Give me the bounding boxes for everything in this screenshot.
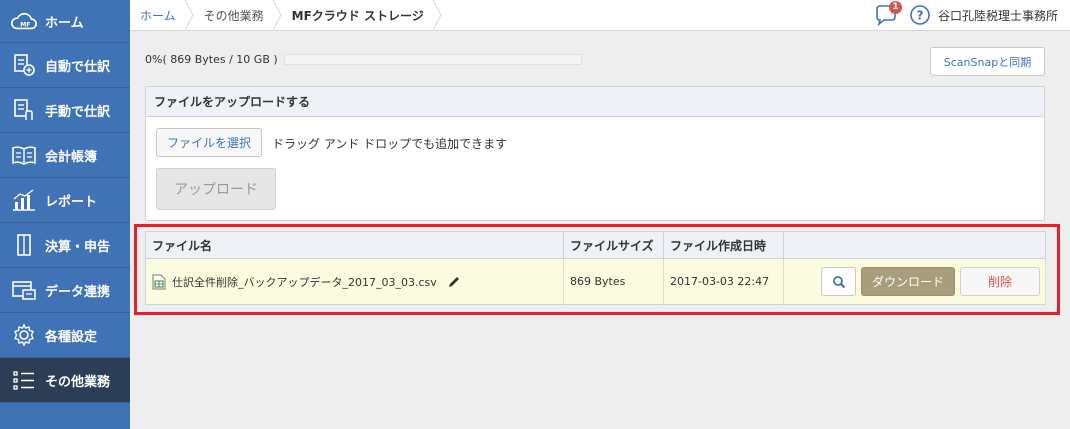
list-icon [10,366,38,394]
breadcrumb-separator-icon [432,0,442,30]
sidebar-item-auto-journal[interactable]: 自動で仕訳 [0,43,130,88]
sidebar-item-settings[interactable]: 各種設定 [0,313,130,358]
data-link-icon [10,276,38,304]
sidebar-item-report[interactable]: レポート [0,178,130,223]
file-name[interactable]: 仕訳全件削除_バックアップデータ_2017_03_03.csv [172,274,437,290]
book-icon [10,141,38,169]
notification-button[interactable]: 1 [874,1,902,27]
office-name[interactable]: 谷口孔陸税理士事務所 [938,7,1058,24]
file-actions-cell: ダウンロード 削除 [783,258,1046,305]
breadcrumb-label: MFクラウド ストレージ [291,8,424,23]
column-header-filesize: ファイルサイズ [563,231,664,259]
delete-button[interactable]: 削除 [960,267,1040,296]
table-header-row: ファイル名 ファイルサイズ ファイル作成日時 [145,231,1046,259]
sidebar-item-label: 会計帳簿 [45,149,98,165]
sidebar-item-manual-journal[interactable]: 手動で仕訳 [0,88,130,133]
settlement-icon [10,231,38,259]
sidebar-item-label: データ連携 [45,284,111,300]
table-row: 仕訳全件削除_バックアップデータ_2017_03_03.csv 869 Byte… [145,258,1046,305]
storage-usage: 0%( 869 Bytes / 10 GB ) [145,53,582,66]
top-header: ホーム その他業務 MFクラウド ストレージ 1 ? 谷口孔陸税理士事務所 [130,0,1070,31]
download-button[interactable]: ダウンロード [861,267,955,296]
file-created-cell: 2017-03-03 22:47 [663,258,784,305]
sidebar-item-label: 決算・申告 [45,239,111,255]
sidebar-item-label: その他業務 [45,374,111,390]
sidebar-item-label: レポート [45,194,98,210]
breadcrumb-separator-icon [272,0,282,30]
upload-panel-title: ファイルをアップロードする [146,87,1044,117]
sidebar-item-label: 手動で仕訳 [45,104,111,120]
storage-usage-text: 0%( 869 Bytes / 10 GB ) [145,53,278,66]
storage-progress-bar [283,54,582,65]
breadcrumb-other-tasks[interactable]: その他業務 [194,0,282,30]
manual-journal-icon [10,96,38,124]
main-content: 0%( 869 Bytes / 10 GB ) ScanSnapと同期 ファイル… [130,31,1070,429]
sidebar-item-label: 各種設定 [45,329,98,345]
notification-badge: 1 [888,1,902,14]
sidebar: MF ホーム 自動で仕訳 手動で仕訳 会計帳簿 レポート 決算・申告 データ連携… [0,0,130,429]
sidebar-item-settlement[interactable]: 決算・申告 [0,223,130,268]
sidebar-item-label: ホーム [45,15,84,31]
file-name-cell: 仕訳全件削除_バックアップデータ_2017_03_03.csv [145,258,564,305]
choose-file-button[interactable]: ファイルを選択 [156,128,262,157]
cloud-icon: MF [10,7,38,35]
breadcrumb-home[interactable]: ホーム [130,0,194,30]
sidebar-item-other-tasks[interactable]: その他業務 [0,358,130,403]
breadcrumb-current: MFクラウド ストレージ [282,0,442,30]
report-chart-icon [10,186,38,214]
file-size-cell: 869 Bytes [563,258,664,305]
preview-button[interactable] [821,267,856,296]
breadcrumb-label: その他業務 [203,8,264,23]
csv-file-icon [152,274,166,289]
column-header-actions [783,231,1046,259]
upload-panel: ファイルをアップロードする ファイルを選択 ドラッグ アンド ドロップでも追加で… [145,86,1045,221]
gear-icon [10,321,38,349]
upload-button[interactable]: アップロード [156,168,276,210]
header-right: 1 ? 谷口孔陸税理士事務所 [874,0,1058,30]
sidebar-item-home[interactable]: MF ホーム [0,0,130,43]
sidebar-item-label: 自動で仕訳 [45,59,111,75]
column-header-filename: ファイル名 [145,231,564,259]
breadcrumb-separator-icon [184,0,194,30]
scansnap-sync-button[interactable]: ScanSnapと同期 [930,47,1045,76]
logo-text: MF [20,22,30,29]
pencil-edit-icon[interactable] [447,275,461,289]
sidebar-item-data-link[interactable]: データ連携 [0,268,130,313]
drop-hint-text: ドラッグ アンド ドロップでも追加できます [272,137,508,151]
column-header-created: ファイル作成日時 [663,231,784,259]
breadcrumb-label: ホーム [140,8,176,23]
auto-journal-icon [10,51,38,79]
help-icon[interactable]: ? [908,3,932,27]
svg-text:?: ? [917,9,924,23]
breadcrumb: ホーム その他業務 MFクラウド ストレージ [130,0,442,30]
file-table: ファイル名 ファイルサイズ ファイル作成日時 仕訳全件削除_バックアップデータ_… [145,231,1046,305]
magnifier-icon [832,275,845,288]
sidebar-item-books[interactable]: 会計帳簿 [0,133,130,178]
